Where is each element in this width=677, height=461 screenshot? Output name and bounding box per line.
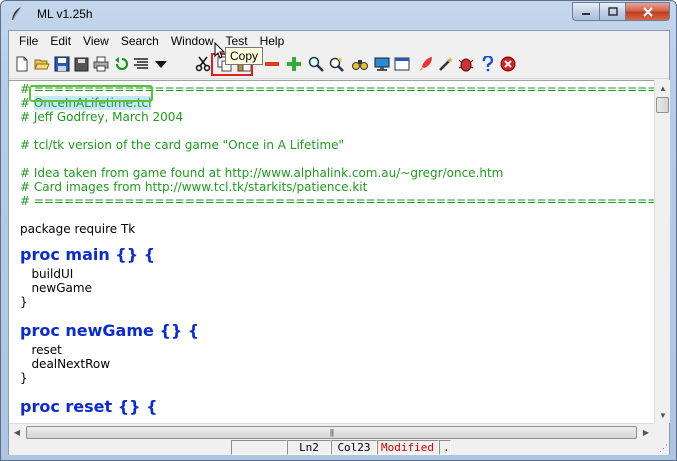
triangle-down-icon <box>155 61 167 68</box>
scroll-left-arrow-icon[interactable]: ◀ <box>9 424 25 441</box>
horizontal-scrollbar[interactable]: ◀ ||| ▶ <box>9 423 654 440</box>
horizontal-scroll-thumb[interactable]: ||| <box>26 426 637 439</box>
new-file-button[interactable] <box>13 55 31 73</box>
menu-window[interactable]: Window <box>165 31 220 51</box>
save-all-button[interactable] <box>72 55 90 73</box>
run-button[interactable] <box>417 55 435 73</box>
code-line: } <box>20 371 28 385</box>
code-line: buildUI <box>20 267 74 281</box>
printer-icon <box>93 56 109 72</box>
scissors-icon <box>195 56 211 72</box>
stop-button[interactable] <box>499 55 517 73</box>
status-modified: Modified <box>377 440 439 455</box>
menu-file[interactable]: File <box>13 31 44 51</box>
window-title: ML v1.25h <box>37 7 93 21</box>
bug-icon <box>458 58 474 72</box>
minus-icon <box>265 62 279 66</box>
comment-idea-source: # Idea taken from game found at http://w… <box>20 166 504 180</box>
rocket-icon <box>419 57 432 71</box>
save-button[interactable] <box>53 55 71 73</box>
stop-circle-icon <box>500 56 516 72</box>
filename-selection-box <box>29 85 153 102</box>
monitor-button[interactable] <box>373 55 391 73</box>
maximize-icon <box>607 7 618 16</box>
find-button[interactable] <box>307 55 325 73</box>
tools-button[interactable] <box>437 55 455 73</box>
scroll-up-arrow-icon[interactable]: ▲ <box>655 80 671 96</box>
magnifier-sparkle-icon <box>329 57 344 72</box>
floppy-save-all-icon <box>74 57 89 72</box>
proc-newgame-header: proc newGame {} { <box>20 321 200 340</box>
align-lines-icon <box>134 58 148 69</box>
proc-main-header: proc main {} { <box>20 245 156 264</box>
code-package-require: package require Tk <box>20 222 136 236</box>
undo-arrow-icon <box>115 57 129 71</box>
find-replace-button[interactable] <box>327 55 345 73</box>
client-area: File Edit View Search Window Test Help #… <box>8 30 670 455</box>
cut-button[interactable] <box>194 55 212 73</box>
title-bar[interactable]: ML v1.25h <box>1 1 676 29</box>
find-next-button[interactable] <box>351 55 369 73</box>
menu-bar: File Edit View Search Window Test Help <box>9 31 669 51</box>
magic-wand-icon <box>439 57 453 71</box>
minimize-button[interactable] <box>572 2 599 21</box>
monitor-icon <box>374 57 390 71</box>
status-extra: . <box>439 440 451 455</box>
minimize-icon <box>582 12 590 15</box>
mouse-pointer-icon <box>214 42 226 59</box>
feather-icon <box>12 6 22 21</box>
resize-grip-icon[interactable]: ⋰ <box>659 443 668 454</box>
comment-author: # Jeff Godfrey, March 2004 <box>20 110 184 124</box>
scroll-right-arrow-icon[interactable]: ▶ <box>638 424 654 441</box>
menu-view[interactable]: View <box>77 31 115 51</box>
undo-button[interactable] <box>113 55 131 73</box>
window-icon <box>394 57 410 71</box>
remove-button[interactable] <box>263 55 281 73</box>
app-window: ML v1.25h File Edit View Search Window T… <box>0 0 677 461</box>
folder-open-icon <box>34 59 50 70</box>
window-button[interactable] <box>393 55 411 73</box>
code-line: } <box>20 295 28 309</box>
plus-icon <box>287 57 301 71</box>
menu-search[interactable]: Search <box>115 31 165 51</box>
binoculars-icon <box>352 60 368 70</box>
comment-rule-bottom: # ======================================… <box>20 194 654 208</box>
print-button[interactable] <box>92 55 110 73</box>
vertical-scrollbar[interactable]: ▲ ▼ <box>654 80 670 423</box>
proc-reset-header: proc reset {} { <box>20 397 158 416</box>
status-bar: Ln2 Col23 Modified . ⋰ <box>9 440 669 455</box>
add-button[interactable] <box>285 55 303 73</box>
copy-tooltip: Copy <box>225 47 264 65</box>
status-line: Ln2 <box>287 440 331 455</box>
comment-card-images: # Card images from http://www.tcl.tk/sta… <box>20 180 368 194</box>
close-icon <box>642 6 653 17</box>
toolbar <box>9 52 669 79</box>
comment-description: # tcl/tk version of the card game "Once … <box>20 138 345 152</box>
close-button[interactable] <box>625 2 670 21</box>
magnifier-icon <box>308 56 324 72</box>
floppy-save-icon <box>54 56 70 72</box>
debug-button[interactable] <box>457 55 475 73</box>
code-line: newGame <box>20 281 92 295</box>
scroll-down-arrow-icon[interactable]: ▼ <box>655 407 671 423</box>
code-editor[interactable]: # ======================================… <box>9 80 654 423</box>
vertical-scroll-thumb[interactable] <box>656 97 669 113</box>
dropdown-button[interactable] <box>152 55 170 73</box>
code-line: reset <box>20 343 62 357</box>
status-empty-field <box>231 440 287 455</box>
menu-edit[interactable]: Edit <box>44 31 77 51</box>
status-column: Col23 <box>331 440 377 455</box>
open-file-button[interactable] <box>33 55 51 73</box>
new-file-icon <box>16 56 28 72</box>
help-button[interactable] <box>479 55 497 73</box>
maximize-button[interactable] <box>599 2 625 21</box>
code-line: dealNextRow <box>20 357 111 371</box>
indent-button[interactable] <box>132 55 150 73</box>
question-mark-icon <box>482 56 494 72</box>
